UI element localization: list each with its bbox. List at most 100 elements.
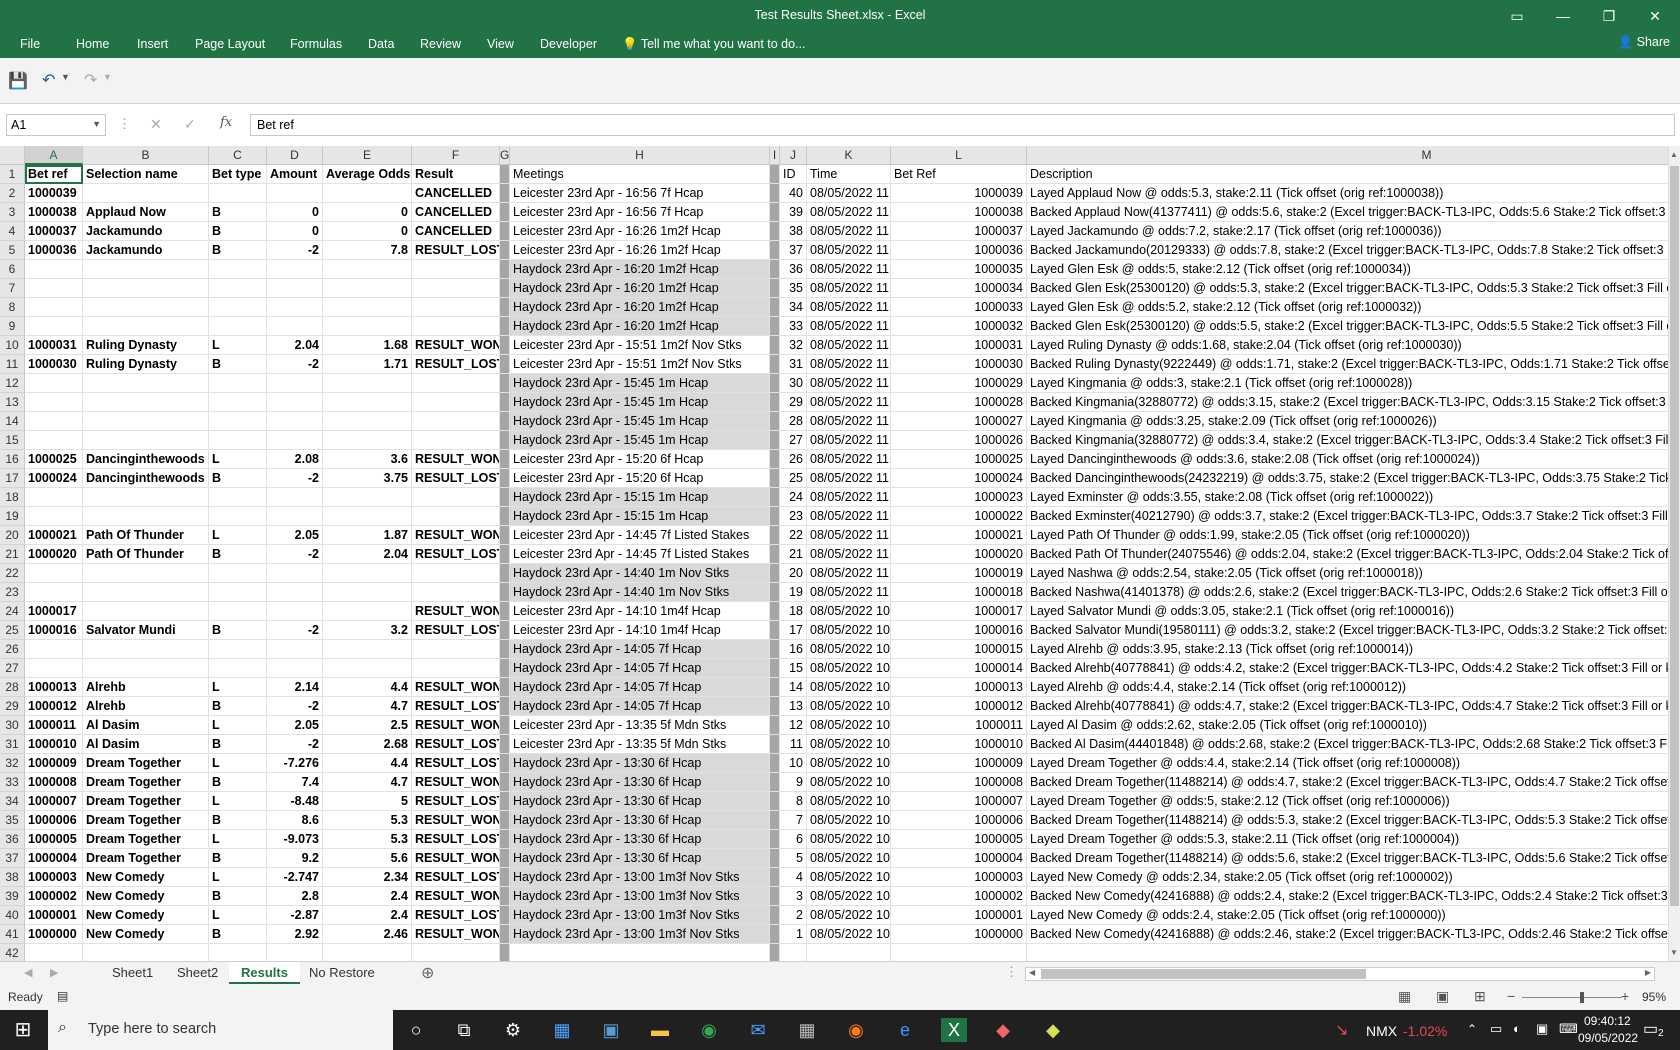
scroll-up-icon[interactable]: ▲ <box>1670 150 1678 159</box>
meeting-cell[interactable]: Haydock 23rd Apr - 15:45 1m Hcap <box>510 431 770 450</box>
id-cell[interactable]: 17 <box>780 621 807 640</box>
data-cell[interactable]: RESULT_WON <box>412 716 500 735</box>
vertical-scroll-thumb[interactable] <box>1670 166 1679 906</box>
bet-ref-cell[interactable]: 1000004 <box>891 849 1027 868</box>
data-cell[interactable] <box>323 507 412 526</box>
id-cell[interactable]: 30 <box>780 374 807 393</box>
description-cell[interactable]: Layed New Comedy @ odds:2.34, stake:2.05… <box>1027 868 1668 887</box>
save-icon[interactable]: 💾 <box>8 71 28 91</box>
data-cell[interactable]: 1000039 <box>25 184 83 203</box>
data-cell[interactable]: 2.46 <box>323 925 412 944</box>
data-cell[interactable]: L <box>209 678 267 697</box>
description-cell[interactable]: Layed Path Of Thunder @ odds:1.99, stake… <box>1027 526 1668 545</box>
data-cell[interactable]: Dream Together <box>83 773 209 792</box>
row-header[interactable]: 17 <box>0 469 25 488</box>
data-cell[interactable]: L <box>209 906 267 925</box>
data-cell[interactable]: 1.68 <box>323 336 412 355</box>
data-cell[interactable] <box>412 393 500 412</box>
data-cell[interactable]: L <box>209 716 267 735</box>
gap-cell[interactable] <box>770 336 780 355</box>
data-cell[interactable]: 3.6 <box>323 450 412 469</box>
column-header-k[interactable]: K <box>807 146 891 165</box>
data-cell[interactable]: 5.6 <box>323 849 412 868</box>
meeting-cell[interactable]: Leicester 23rd Apr - 14:10 1m4f Hcap <box>510 621 770 640</box>
data-cell[interactable] <box>83 298 209 317</box>
data-cell[interactable]: 1000007 <box>25 792 83 811</box>
gap-cell[interactable] <box>500 659 510 678</box>
gap-cell[interactable] <box>770 488 780 507</box>
data-cell[interactable] <box>83 564 209 583</box>
row-header[interactable]: 39 <box>0 887 25 906</box>
network-icon[interactable]: ▭ <box>1490 1021 1502 1037</box>
id-cell[interactable]: 40 <box>780 184 807 203</box>
row-header[interactable]: 13 <box>0 393 25 412</box>
data-cell[interactable]: -8.48 <box>267 792 323 811</box>
id-cell[interactable]: 7 <box>780 811 807 830</box>
description-cell[interactable] <box>1027 944 1668 961</box>
header-cell[interactable]: Time <box>807 165 891 184</box>
data-cell[interactable] <box>209 602 267 621</box>
language-icon[interactable]: ⌨ <box>1559 1021 1578 1037</box>
data-cell[interactable]: RESULT_LOST <box>412 735 500 754</box>
description-cell[interactable]: Layed Applaud Now @ odds:5.3, stake:2.11… <box>1027 184 1668 203</box>
row-header[interactable]: 30 <box>0 716 25 735</box>
row-header[interactable]: 2 <box>0 184 25 203</box>
description-cell[interactable]: Backed Nashwa(41401378) @ odds:2.6, stak… <box>1027 583 1668 602</box>
time-cell[interactable]: 08/05/2022 11:05:28 <box>807 431 891 450</box>
bet-ref-cell[interactable]: 1000012 <box>891 697 1027 716</box>
data-cell[interactable] <box>209 944 267 961</box>
data-cell[interactable] <box>412 564 500 583</box>
data-cell[interactable]: 1.87 <box>323 526 412 545</box>
data-cell[interactable] <box>267 317 323 336</box>
bet-ref-cell[interactable]: 1000008 <box>891 773 1027 792</box>
gap-cell[interactable] <box>770 811 780 830</box>
gap-cell[interactable] <box>500 355 510 374</box>
gap-cell[interactable] <box>770 830 780 849</box>
data-cell[interactable]: -2 <box>267 545 323 564</box>
time-cell[interactable]: 08/05/2022 11:07:53 <box>807 260 891 279</box>
row-header[interactable]: 31 <box>0 735 25 754</box>
data-cell[interactable]: RESULT_LOST <box>412 830 500 849</box>
data-cell[interactable] <box>412 659 500 678</box>
id-cell[interactable]: 23 <box>780 507 807 526</box>
row-header[interactable]: 1 <box>0 165 25 184</box>
meeting-cell[interactable]: Haydock 23rd Apr - 14:05 7f Hcap <box>510 659 770 678</box>
time-cell[interactable]: 08/05/2022 11:05:28 <box>807 412 891 431</box>
tab-home[interactable]: Home <box>76 37 109 51</box>
data-cell[interactable]: 0 <box>323 203 412 222</box>
data-cell[interactable]: Ruling Dynasty <box>83 355 209 374</box>
bet-ref-cell[interactable]: 1000020 <box>891 545 1027 564</box>
meeting-cell[interactable]: Leicester 23rd Apr - 14:45 7f Listed Sta… <box>510 526 770 545</box>
data-cell[interactable] <box>267 260 323 279</box>
description-cell[interactable]: Backed New Comedy(42416888) @ odds:2.46,… <box>1027 925 1668 944</box>
normal-view-icon[interactable]: ▦ <box>1398 988 1411 1005</box>
id-cell[interactable]: 22 <box>780 526 807 545</box>
row-header[interactable]: 25 <box>0 621 25 640</box>
insert-function-icon[interactable]: fx <box>220 115 232 130</box>
data-cell[interactable] <box>25 374 83 393</box>
data-cell[interactable]: RESULT_WON <box>412 450 500 469</box>
meeting-cell[interactable]: Haydock 23rd Apr - 16:20 1m2f Hcap <box>510 298 770 317</box>
data-cell[interactable]: 2.92 <box>267 925 323 944</box>
description-cell[interactable]: Backed Glen Esk(25300120) @ odds:5.3, st… <box>1027 279 1668 298</box>
data-cell[interactable]: New Comedy <box>83 868 209 887</box>
row-header[interactable]: 36 <box>0 830 25 849</box>
undo-icon[interactable]: ↶ <box>42 70 55 90</box>
description-cell[interactable]: Backed Dream Together(11488214) @ odds:4… <box>1027 773 1668 792</box>
bet-ref-cell[interactable]: 1000024 <box>891 469 1027 488</box>
time-cell[interactable]: 08/05/2022 10:58:58 <box>807 621 891 640</box>
gap-cell[interactable] <box>500 241 510 260</box>
id-cell[interactable]: 26 <box>780 450 807 469</box>
time-cell[interactable]: 08/05/2022 11:03:40 <box>807 450 891 469</box>
data-cell[interactable] <box>412 944 500 961</box>
description-cell[interactable]: Layed Alrehb @ odds:3.95, stake:2.13 (Ti… <box>1027 640 1668 659</box>
bet-ref-cell[interactable]: 1000006 <box>891 811 1027 830</box>
data-cell[interactable]: 2.8 <box>267 887 323 906</box>
row-header[interactable]: 35 <box>0 811 25 830</box>
description-cell[interactable]: Layed New Comedy @ odds:2.4, stake:2.05 … <box>1027 906 1668 925</box>
data-cell[interactable]: Path Of Thunder <box>83 545 209 564</box>
time-cell[interactable]: 08/05/2022 10:56:09 <box>807 830 891 849</box>
data-cell[interactable]: Al Dasim <box>83 716 209 735</box>
tell-me-search[interactable]: 💡 Tell me what you want to do... <box>622 37 806 52</box>
data-cell[interactable] <box>83 944 209 961</box>
